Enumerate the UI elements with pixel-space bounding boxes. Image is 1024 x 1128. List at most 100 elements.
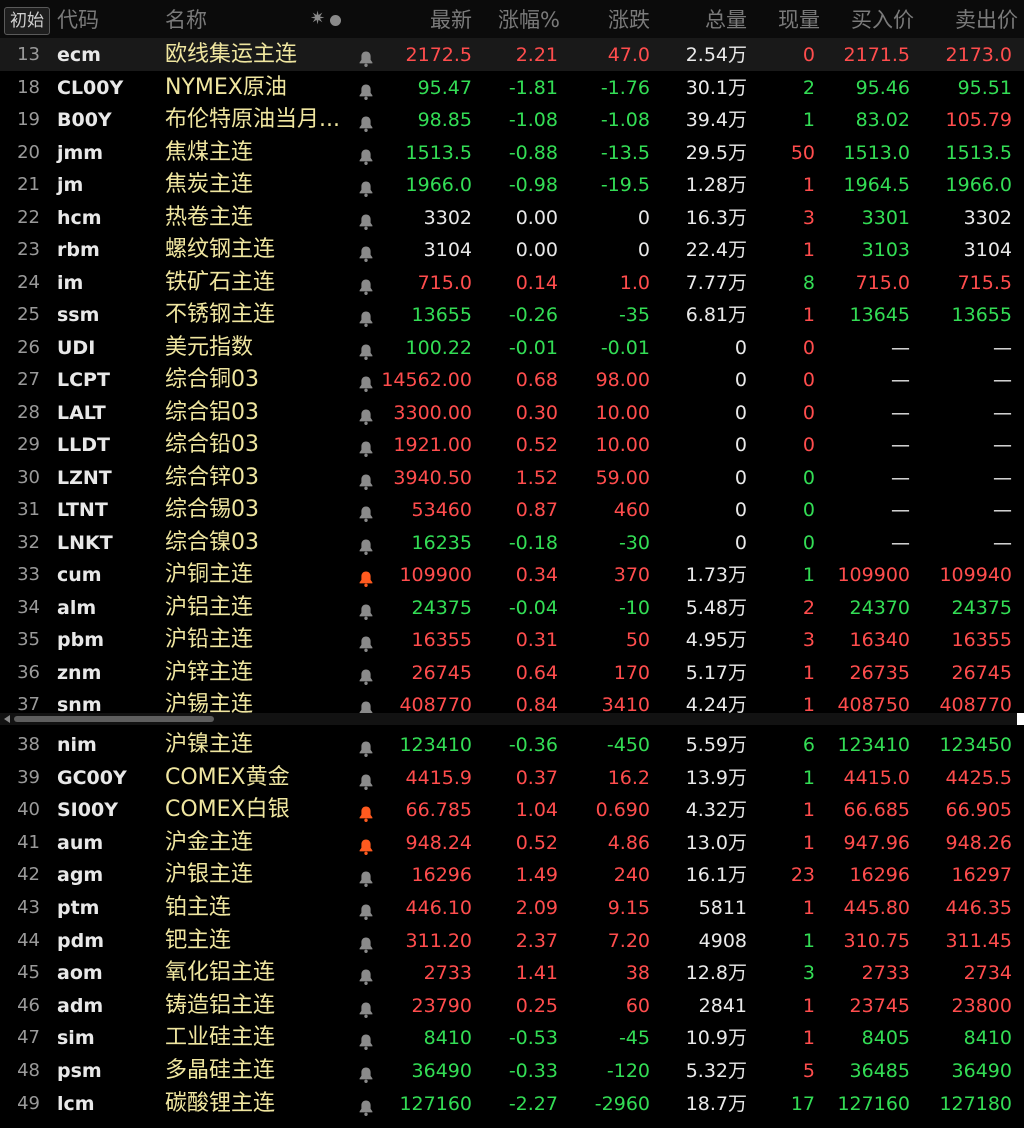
table-row[interactable]: 36 znm 沪锌主连 26745 0.64 170 5.17万 1 26735 26745 <box>0 656 1024 689</box>
change-percent: 0.30 <box>515 401 558 424</box>
column-header-icons[interactable]: ✷ <box>310 8 350 30</box>
change-amount: -19.5 <box>600 174 650 196</box>
row-index: 38 <box>17 734 40 755</box>
alert-bell-icon[interactable] <box>358 1094 378 1116</box>
table-row[interactable]: 22 hcm 热卷主连 3302 0.00 0 16.3万 3 3301 3302 <box>0 201 1024 234</box>
table-row[interactable]: 25 ssm 不锈钢主连 13655 -0.26 -35 6.81万 1 13645 13655 <box>0 298 1024 331</box>
alert-bell-icon[interactable] <box>358 435 378 457</box>
alert-bell-icon[interactable] <box>358 735 378 757</box>
row-index: 42 <box>17 864 40 886</box>
alert-bell-active-icon[interactable] <box>358 800 378 823</box>
alert-bell-icon[interactable] <box>358 695 378 717</box>
table-row[interactable]: 30 LZNT 综合锌03 3940.50 1.52 59.00 0 0 — — <box>0 461 1024 494</box>
alert-bell-icon[interactable] <box>358 768 378 790</box>
current-volume: 1 <box>802 109 815 131</box>
alert-bell-icon[interactable] <box>358 1028 378 1051</box>
table-row[interactable]: 32 LNKT 综合镍03 16235 -0.18 -30 0 0 — — <box>0 526 1024 559</box>
table-row[interactable]: 46 adm 铸造铝主连 23790 0.25 60 2841 1 23745 23800 <box>0 989 1024 1022</box>
column-header-name[interactable]: 名称 <box>165 0 207 38</box>
column-header-change[interactable]: 涨跌 <box>562 0 650 38</box>
alert-bell-icon[interactable] <box>358 468 378 490</box>
table-row[interactable]: 26 UDI 美元指数 100.22 -0.01 -0.01 0 0 — — <box>0 331 1024 364</box>
table-row[interactable]: 27 LCPT 综合铜03 14562.00 0.68 98.00 0 0 — — <box>0 363 1024 396</box>
table-row[interactable]: 49 lcm 碳酸锂主连 127160 -2.27 -2960 18.7万 17 127160 1… <box>0 1087 1024 1120</box>
alert-bell-icon[interactable] <box>358 45 378 67</box>
alert-bell-icon[interactable] <box>358 143 378 165</box>
column-header-code[interactable]: 代码 <box>57 0 99 38</box>
table-row[interactable]: 34 alm 沪铝主连 24375 -0.04 -10 5.48万 2 24370 24375 <box>0 591 1024 624</box>
alert-bell-icon[interactable] <box>358 273 378 295</box>
table-row[interactable]: 35 pbm 沪铅主连 16355 0.31 50 4.95万 3 16340 16355 <box>0 623 1024 656</box>
table-row[interactable]: 31 LTNT 综合锡03 53460 0.87 460 0 0 — — <box>0 493 1024 526</box>
alert-bell-icon[interactable] <box>358 898 378 920</box>
ask-price: 1966.0 <box>945 174 1012 196</box>
alert-bell-active-icon[interactable] <box>358 565 378 587</box>
alert-bell-icon[interactable] <box>358 963 378 986</box>
alert-bell-icon[interactable] <box>358 240 378 262</box>
alert-bell-icon[interactable] <box>358 78 378 100</box>
column-header-latest[interactable]: 最新 <box>380 0 472 38</box>
column-header-volume[interactable]: 总量 <box>655 0 747 38</box>
table-row[interactable]: 41 aum 沪金主连 948.24 0.52 4.86 13.0万 1 947.96 948.2… <box>0 826 1024 859</box>
horizontal-scrollbar[interactable] <box>0 713 1024 725</box>
row-index: 31 <box>17 499 40 520</box>
table-row[interactable]: 43 ptm 铂主连 446.10 2.09 9.15 5811 1 445.80 446.35 <box>0 891 1024 924</box>
table-row[interactable]: 19 B00Y 布伦特原油当月... 98.85 -1.08 -1.08 39.4万 1 83.… <box>0 103 1024 136</box>
scroll-left-arrow-icon[interactable] <box>4 715 10 723</box>
alert-bell-icon[interactable] <box>358 533 378 555</box>
column-header-bid[interactable]: 买入价 <box>818 0 914 38</box>
table-row[interactable]: 28 LALT 综合铝03 3300.00 0.30 10.00 0 0 — — <box>0 396 1024 429</box>
total-volume: 0 <box>734 369 747 391</box>
table-row[interactable]: 47 sim 工业硅主连 8410 -0.53 -45 10.9万 1 8405 8410 <box>0 1021 1024 1054</box>
alert-bell-icon[interactable] <box>358 663 378 685</box>
table-row[interactable]: 24 im 铁矿石主连 715.0 0.14 1.0 7.77万 8 715.0 715.5 <box>0 266 1024 299</box>
scrollbar-thumb[interactable] <box>14 716 214 722</box>
table-row[interactable]: 48 psm 多晶硅主连 36490 -0.33 -120 5.32万 5 36485 36490 <box>0 1054 1024 1087</box>
table-row[interactable]: 45 aom 氧化铝主连 2733 1.41 38 12.8万 3 2733 2734 <box>0 956 1024 989</box>
table-row[interactable]: 13 ecm 欧线集运主连 2172.5 2.21 47.0 2.54万 0 2171.5 217… <box>0 38 1024 71</box>
alert-bell-icon[interactable] <box>358 305 378 327</box>
table-row[interactable]: 20 jmm 焦煤主连 1513.5 -0.88 -13.5 29.5万 50 1513.0 15… <box>0 136 1024 169</box>
instrument-name: 工业硅主连 <box>165 1025 276 1051</box>
table-row[interactable]: 23 rbm 螺纹钢主连 3104 0.00 0 22.4万 1 3103 3104 <box>0 233 1024 266</box>
alert-bell-icon[interactable] <box>358 370 378 392</box>
init-button[interactable]: 初始 <box>4 7 50 35</box>
alert-bell-icon[interactable] <box>358 110 378 132</box>
table-row[interactable]: 18 CL00Y NYMEX原油 95.47 -1.81 -1.76 30.1万 2 95.46… <box>0 71 1024 104</box>
alert-bell-icon[interactable] <box>358 500 378 522</box>
alert-bell-icon[interactable] <box>358 338 378 360</box>
symbol-code: pbm <box>57 629 104 651</box>
current-volume: 5 <box>802 1060 815 1082</box>
table-row[interactable]: 38 nim 沪镍主连 123410 -0.36 -450 5.59万 6 123410 1234… <box>0 728 1024 761</box>
alert-bell-icon[interactable] <box>358 996 378 1018</box>
alert-bell-icon[interactable] <box>358 598 378 620</box>
change-percent: 0.14 <box>515 271 558 294</box>
table-row[interactable]: 40 SI00Y COMEX白银 66.785 1.04 0.690 4.32万 1 66.68… <box>0 793 1024 826</box>
alert-bell-icon[interactable] <box>358 1061 378 1083</box>
alert-bell-icon[interactable] <box>358 931 378 953</box>
column-header-current-volume[interactable]: 现量 <box>760 0 820 38</box>
dot-icon[interactable] <box>330 15 341 26</box>
table-row[interactable]: 44 pdm 钯主连 311.20 2.37 7.20 4908 1 310.75 311.45 <box>0 924 1024 957</box>
alert-bell-icon[interactable] <box>358 208 378 230</box>
table-row[interactable]: 42 agm 沪银主连 16296 1.49 240 16.1万 23 16296 16297 <box>0 858 1024 891</box>
asterisk-icon[interactable]: ✷ <box>310 8 325 29</box>
alert-bell-icon[interactable] <box>358 175 378 197</box>
table-row[interactable]: 29 LLDT 综合铅03 1921.00 0.52 10.00 0 0 — — <box>0 428 1024 461</box>
column-header-ask[interactable]: 卖出价 <box>918 0 1018 38</box>
change-percent: 0.37 <box>515 766 558 789</box>
table-row[interactable]: 21 jm 焦炭主连 1966.0 -0.98 -19.5 1.28万 1 1964.5 1966… <box>0 168 1024 201</box>
alert-bell-active-icon[interactable] <box>358 833 378 855</box>
total-volume: 4.32万 <box>685 799 747 822</box>
instrument-name: 碳酸锂主连 <box>165 1090 276 1116</box>
column-header-change-pct[interactable]: 涨幅% <box>480 0 560 38</box>
change-amount: -120 <box>606 1060 650 1082</box>
alert-bell-icon[interactable] <box>358 865 378 888</box>
table-row[interactable]: 39 GC00Y COMEX黄金 4415.9 0.37 16.2 13.9万 1 4415.0… <box>0 761 1024 794</box>
table-row[interactable]: 33 cum 沪铜主连 109900 0.34 370 1.73万 1 109900 109940 <box>0 558 1024 591</box>
alert-bell-icon[interactable] <box>358 630 378 652</box>
bid-price: — <box>891 466 910 489</box>
latest-price: 109900 <box>399 564 472 586</box>
instrument-name: 沪锌主连 <box>165 659 254 685</box>
alert-bell-icon[interactable] <box>358 403 378 425</box>
